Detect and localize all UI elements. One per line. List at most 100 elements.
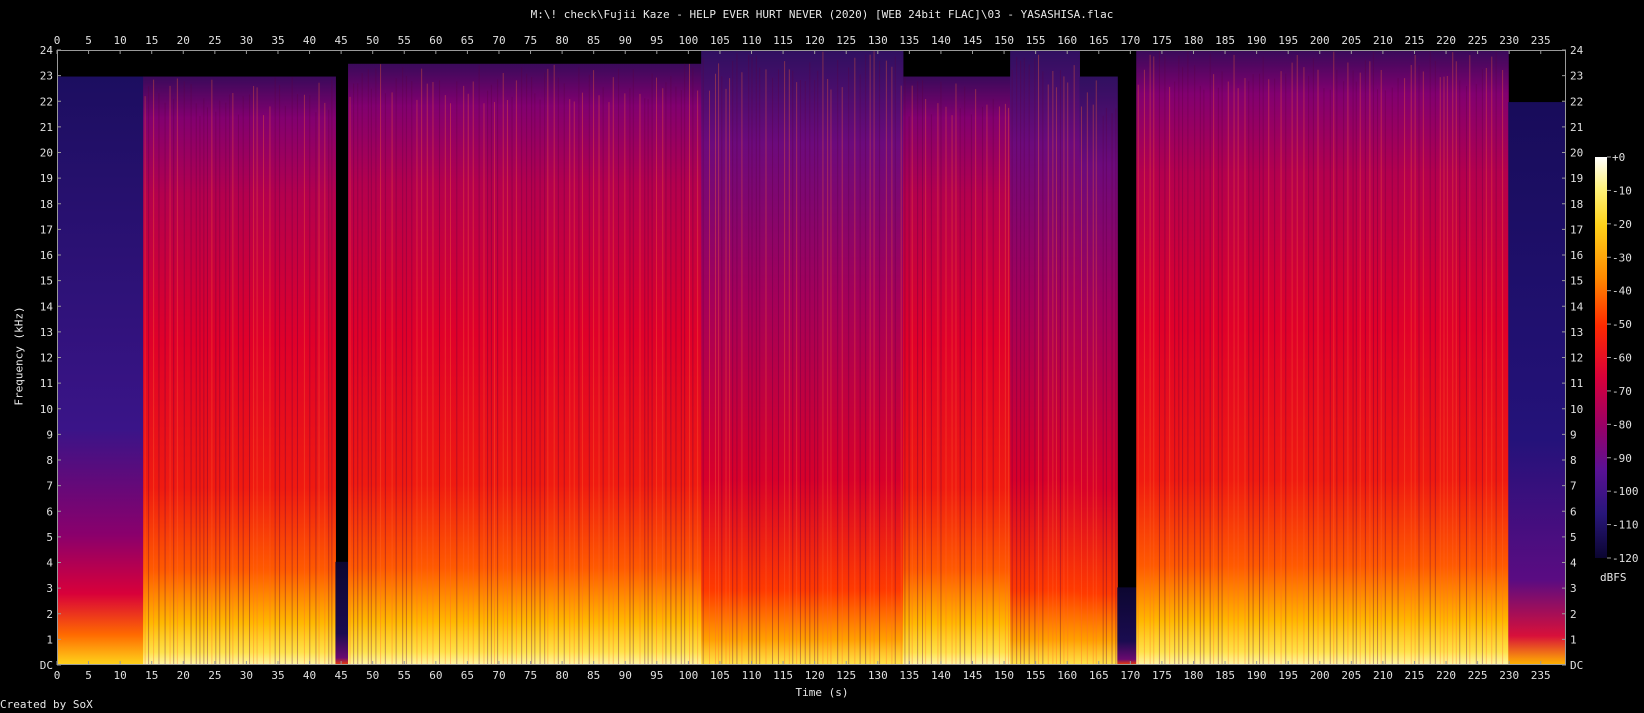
y-tick-label: 8 bbox=[46, 454, 53, 467]
x-tick-label: 130 bbox=[868, 34, 888, 47]
y-tick-label: 6 bbox=[46, 505, 53, 518]
x-tick-label: 90 bbox=[619, 34, 632, 47]
x-tick-label: 180 bbox=[1184, 669, 1204, 682]
x-tick-label: 145 bbox=[963, 669, 983, 682]
x-tick-label: 170 bbox=[1120, 34, 1140, 47]
x-tick-label: 55 bbox=[398, 34, 411, 47]
y-ticks-left: DC12345678910111213141516171819202122232… bbox=[40, 44, 61, 672]
colorbar-unit: dBFS bbox=[1600, 571, 1627, 584]
y-tick-label: 15 bbox=[1570, 275, 1583, 288]
x-tick-label: 230 bbox=[1499, 34, 1519, 47]
y-tick-label: 1 bbox=[1570, 633, 1577, 646]
x-tick-label: 215 bbox=[1405, 669, 1425, 682]
x-tick-label: 140 bbox=[931, 34, 951, 47]
x-tick-label: 110 bbox=[742, 669, 762, 682]
x-tick-label: 230 bbox=[1499, 669, 1519, 682]
y-tick-label: 4 bbox=[46, 557, 53, 570]
x-tick-label: 175 bbox=[1152, 669, 1172, 682]
x-tick-label: 100 bbox=[678, 669, 698, 682]
colorbar-tick-label: -70 bbox=[1612, 385, 1632, 398]
x-tick-label: 50 bbox=[366, 34, 379, 47]
y-tick-label: 11 bbox=[40, 377, 53, 390]
colorbar-tick-label: +0 bbox=[1612, 151, 1625, 164]
y-tick-label: 6 bbox=[1570, 505, 1577, 518]
y-tick-label: 9 bbox=[1570, 428, 1577, 441]
x-tick-label: 215 bbox=[1405, 34, 1425, 47]
x-tick-label: 15 bbox=[145, 34, 158, 47]
colorbar-tick-label: -120 bbox=[1612, 552, 1639, 565]
y-tick-label: 11 bbox=[1570, 377, 1583, 390]
x-tick-label: 135 bbox=[899, 669, 919, 682]
x-tick-label: 195 bbox=[1278, 34, 1298, 47]
y-tick-label: 19 bbox=[1570, 172, 1583, 185]
x-tick-label: 20 bbox=[177, 669, 190, 682]
colorbar-tick-label: -40 bbox=[1612, 285, 1632, 298]
y-tick-label: 13 bbox=[1570, 326, 1583, 339]
x-tick-label: 210 bbox=[1373, 669, 1393, 682]
y-tick-label: 4 bbox=[1570, 557, 1577, 570]
x-tick-label: 30 bbox=[240, 669, 253, 682]
colorbar-tick-label: -10 bbox=[1612, 184, 1632, 197]
y-tick-label: 9 bbox=[46, 428, 53, 441]
x-tick-label: 185 bbox=[1215, 34, 1235, 47]
y-tick-label: 19 bbox=[40, 172, 53, 185]
x-tick-label: 225 bbox=[1468, 34, 1488, 47]
x-tick-label: 170 bbox=[1120, 669, 1140, 682]
x-tick-label: 105 bbox=[710, 34, 730, 47]
x-tick-label: 155 bbox=[1026, 34, 1046, 47]
x-tick-label: 80 bbox=[555, 669, 568, 682]
y-tick-label: 3 bbox=[46, 582, 53, 595]
x-tick-label: 135 bbox=[899, 34, 919, 47]
x-tick-label: 205 bbox=[1341, 34, 1361, 47]
x-tick-label: 195 bbox=[1278, 669, 1298, 682]
y-tick-label: 14 bbox=[40, 300, 54, 313]
y-tick-label: 3 bbox=[1570, 582, 1577, 595]
x-tick-label: 120 bbox=[805, 669, 825, 682]
y-tick-label: 13 bbox=[40, 326, 53, 339]
x-tick-label: 80 bbox=[555, 34, 568, 47]
x-tick-label: 5 bbox=[85, 669, 92, 682]
y-tick-label: 17 bbox=[40, 223, 53, 236]
colorbar-ticks: +0 -10 -20 -30 -40 -50 -60 -70 -80 -90 -100 -110 -12… bbox=[1607, 151, 1639, 565]
x-tick-label: 180 bbox=[1184, 34, 1204, 47]
y-tick-label: 23 bbox=[40, 70, 53, 83]
x-tick-label: 60 bbox=[429, 34, 442, 47]
y-tick-label: 14 bbox=[1570, 300, 1584, 313]
y-tick-label: 20 bbox=[1570, 147, 1583, 160]
x-tick-label: 140 bbox=[931, 669, 951, 682]
colorbar-tick-label: -110 bbox=[1612, 519, 1639, 532]
x-tick-label: 165 bbox=[1089, 34, 1109, 47]
x-tick-label: 120 bbox=[805, 34, 825, 47]
colorbar bbox=[1595, 157, 1607, 558]
x-tick-label: 75 bbox=[524, 669, 537, 682]
y-tick-label: 5 bbox=[1570, 531, 1577, 544]
x-tick-label: 150 bbox=[994, 34, 1014, 47]
x-tick-label: 0 bbox=[54, 669, 61, 682]
y-tick-label: 10 bbox=[1570, 403, 1583, 416]
x-tick-label: 55 bbox=[398, 669, 411, 682]
x-tick-label: 45 bbox=[334, 34, 347, 47]
y-tick-label: 22 bbox=[1570, 95, 1583, 108]
colorbar-tick-label: -60 bbox=[1612, 352, 1632, 365]
x-tick-label: 160 bbox=[1057, 34, 1077, 47]
y-tick-label: 23 bbox=[1570, 70, 1583, 83]
colorbar-tick-label: -90 bbox=[1612, 452, 1632, 465]
x-tick-label: 160 bbox=[1057, 669, 1077, 682]
x-tick-label: 235 bbox=[1531, 34, 1551, 47]
x-tick-label: 145 bbox=[963, 34, 983, 47]
x-tick-label: 175 bbox=[1152, 34, 1172, 47]
y-tick-label: 12 bbox=[40, 352, 53, 365]
x-tick-label: 75 bbox=[524, 34, 537, 47]
colorbar-tick-label: -80 bbox=[1612, 418, 1632, 431]
x-tick-label: 155 bbox=[1026, 669, 1046, 682]
x-tick-label: 65 bbox=[461, 34, 474, 47]
y-tick-label: 18 bbox=[40, 198, 53, 211]
x-tick-label: 105 bbox=[710, 669, 730, 682]
y-tick-label: 1 bbox=[46, 633, 53, 646]
x-tick-label: 165 bbox=[1089, 669, 1109, 682]
colorbar-tick-label: -20 bbox=[1612, 218, 1632, 231]
x-tick-label: 85 bbox=[587, 669, 600, 682]
colorbar-tick-label: -50 bbox=[1612, 318, 1632, 331]
x-tick-label: 25 bbox=[208, 669, 221, 682]
x-tick-label: 30 bbox=[240, 34, 253, 47]
